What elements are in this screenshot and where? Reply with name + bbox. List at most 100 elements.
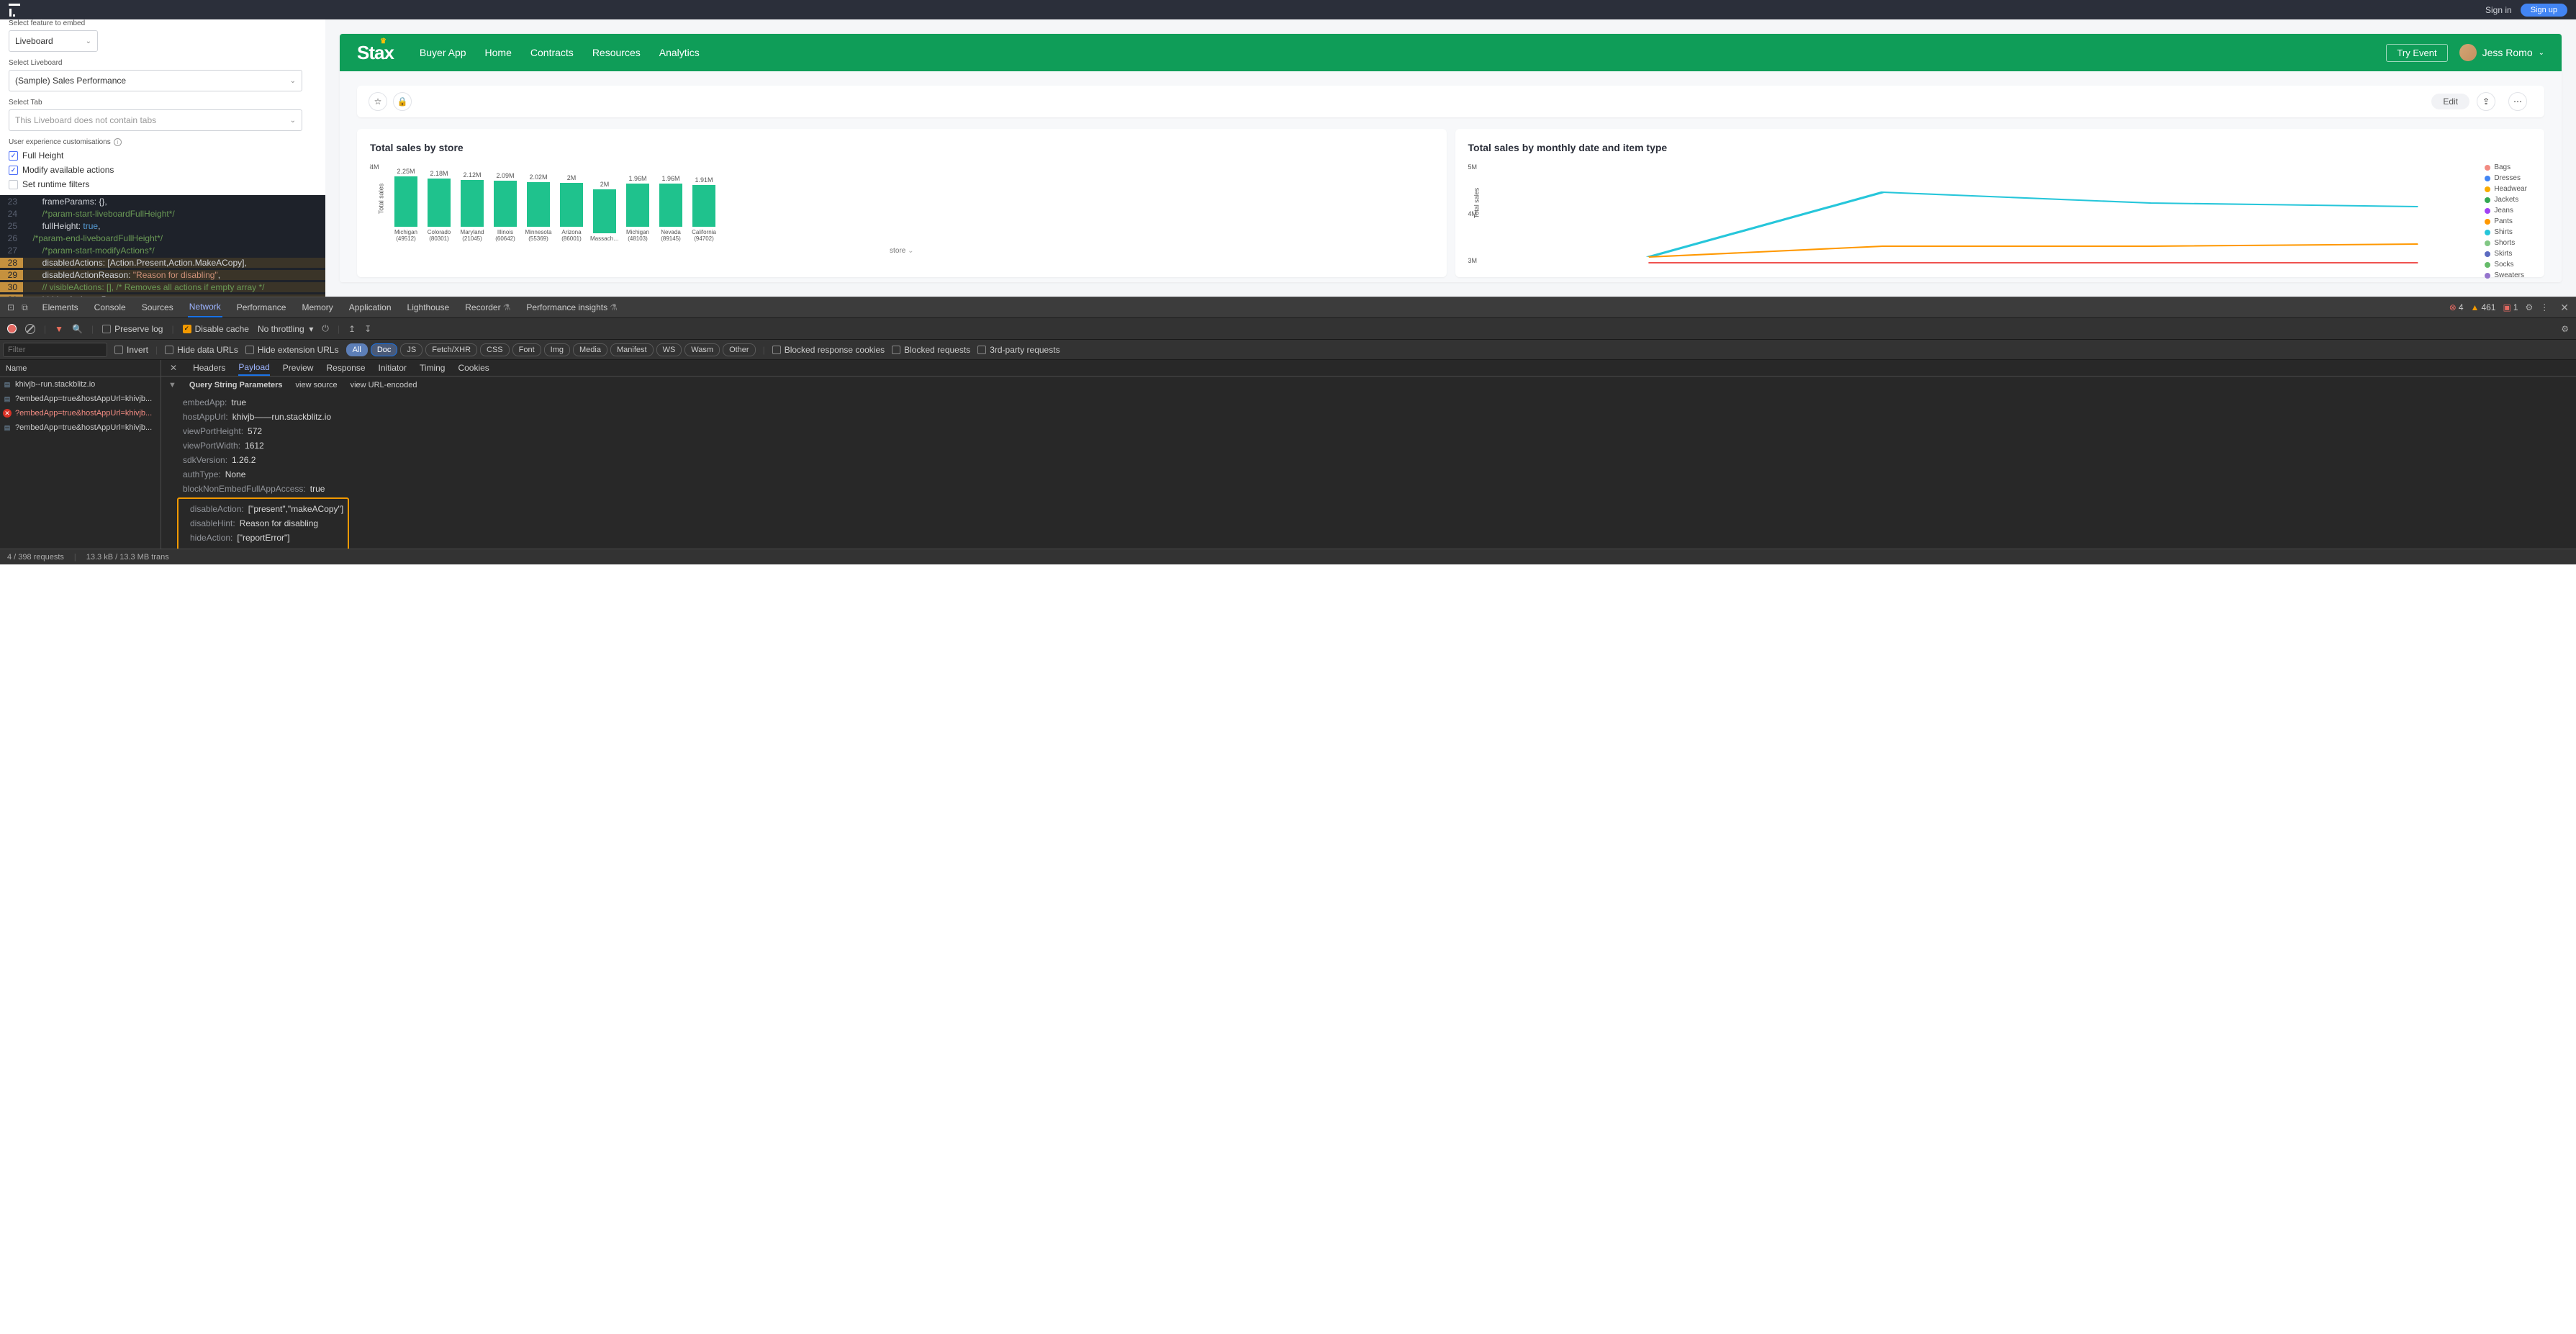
more-icon[interactable]: ⋮: [2540, 302, 2549, 312]
edit-button[interactable]: Edit: [2431, 94, 2469, 109]
filter-icon[interactable]: ▼: [55, 324, 63, 334]
inspect-icon[interactable]: ⊡: [7, 302, 14, 312]
blocked-reqs-checkbox[interactable]: Blocked requests: [892, 345, 970, 355]
request-row[interactable]: ▤?embedApp=true&hostAppUrl=khivjb...: [0, 392, 161, 406]
modifyactions-checkbox-row[interactable]: ✓ Modify available actions: [9, 165, 317, 175]
disable-cache-checkbox[interactable]: Disable cache: [183, 324, 249, 334]
devtools-tab[interactable]: Application: [348, 297, 393, 317]
filter-type[interactable]: Font: [512, 343, 541, 356]
view-encoded-link[interactable]: view URL-encoded: [351, 381, 417, 389]
legend-item[interactable]: Bags: [2485, 163, 2531, 171]
feature-select[interactable]: Liveboard ⌄: [9, 30, 98, 52]
filter-type[interactable]: All: [346, 343, 368, 356]
devtools-tab[interactable]: Console: [93, 297, 127, 317]
filter-type[interactable]: Doc: [371, 343, 398, 356]
line-chart: 5M4M3M Total sales BagsDressesHeadwearJa…: [1468, 163, 2532, 264]
record-button[interactable]: [7, 324, 17, 333]
filter-type[interactable]: Other: [723, 343, 756, 356]
filter-input[interactable]: [3, 343, 107, 357]
request-row[interactable]: ✕?embedApp=true&hostAppUrl=khivjb...: [0, 406, 161, 420]
detail-subtab[interactable]: Cookies: [458, 360, 489, 376]
filter-type[interactable]: JS: [400, 343, 422, 356]
hide-ext-checkbox[interactable]: Hide extension URLs: [245, 345, 339, 355]
liveboard-toolbar: ☆ 🔒 Edit ⇪ ⋯: [357, 86, 2544, 117]
devtools-tab[interactable]: Recorder ⚗: [464, 297, 512, 317]
info-icon[interactable]: i: [114, 138, 122, 146]
sign-up-button[interactable]: Sign up: [2521, 4, 2567, 17]
filter-type[interactable]: CSS: [480, 343, 510, 356]
sign-in-link[interactable]: Sign in: [2485, 5, 2512, 15]
detail-subtab[interactable]: Timing: [420, 360, 446, 376]
throttling-select[interactable]: No throttling ▾: [258, 324, 313, 334]
gutter: 27: [0, 245, 23, 256]
filter-type[interactable]: WS: [656, 343, 682, 356]
preserve-log-checkbox[interactable]: Preserve log: [102, 324, 163, 334]
device-icon[interactable]: ⧉: [22, 302, 28, 313]
liveboard-select[interactable]: (Sample) Sales Performance ⌄: [9, 70, 302, 91]
reqlist-header[interactable]: Name: [0, 360, 161, 377]
upload-icon[interactable]: ↥: [348, 324, 356, 334]
user-menu[interactable]: Jess Romo ⌄: [2459, 44, 2544, 61]
error-count: 4: [2459, 302, 2464, 312]
blocked-cookies-checkbox[interactable]: Blocked response cookies: [772, 345, 885, 355]
request-row[interactable]: ▤khivjb--run.stackblitz.io: [0, 377, 161, 392]
nav-item[interactable]: Analytics: [659, 47, 700, 58]
detail-subtab[interactable]: Preview: [283, 360, 314, 376]
nav-item[interactable]: Buyer App: [420, 47, 466, 58]
legend-item[interactable]: Jackets: [2485, 196, 2531, 204]
hide-data-checkbox[interactable]: Hide data URLs: [165, 345, 238, 355]
param-row: viewPortWidth:1612: [176, 438, 2562, 453]
close-icon[interactable]: ✕: [2560, 302, 2569, 314]
detail-subtab[interactable]: Response: [326, 360, 365, 376]
settings-icon[interactable]: ⚙: [2561, 324, 2569, 334]
fullheight-checkbox-row[interactable]: ✓ Full Height: [9, 150, 317, 161]
download-icon[interactable]: ↧: [364, 324, 371, 334]
more-icon[interactable]: ⋯: [2508, 92, 2527, 111]
detail-subtab[interactable]: Headers: [193, 360, 225, 376]
settings-icon[interactable]: ⚙: [2526, 302, 2534, 312]
legend-item[interactable]: Headwear: [2485, 185, 2531, 193]
request-row[interactable]: ▤?embedApp=true&hostAppUrl=khivjb...: [0, 420, 161, 435]
runtimefilters-checkbox-row[interactable]: ✓ Set runtime filters: [9, 179, 317, 189]
tab-select[interactable]: This Liveboard does not contain tabs ⌄: [9, 109, 302, 131]
star-icon[interactable]: ☆: [369, 92, 387, 111]
view-source-link[interactable]: view source: [296, 381, 338, 389]
legend-item[interactable]: Pants: [2485, 217, 2531, 225]
devtools-tab[interactable]: Lighthouse: [406, 297, 451, 317]
legend-item[interactable]: Dresses: [2485, 174, 2531, 182]
filter-type[interactable]: Img: [544, 343, 570, 356]
search-icon[interactable]: 🔍: [72, 324, 83, 334]
clear-button[interactable]: [25, 324, 35, 334]
invert-checkbox[interactable]: Invert: [114, 345, 148, 355]
legend-item[interactable]: Socks: [2485, 261, 2531, 269]
gutter: 29: [0, 270, 23, 280]
legend-item[interactable]: Jeans: [2485, 207, 2531, 215]
nav-item[interactable]: Home: [485, 47, 512, 58]
devtools-tab[interactable]: Elements: [41, 297, 80, 317]
filter-type[interactable]: Manifest: [610, 343, 654, 356]
detail-subtab[interactable]: Payload: [238, 360, 269, 376]
third-party-checkbox[interactable]: 3rd-party requests: [977, 345, 1059, 355]
nav-item[interactable]: Contracts: [530, 47, 574, 58]
devtools-tab[interactable]: Sources: [140, 297, 175, 317]
code-editor[interactable]: 23 frameParams: {}, 24 /*param-start-liv…: [0, 195, 325, 297]
devtools-tab[interactable]: Performance: [235, 297, 288, 317]
close-icon[interactable]: ✕: [170, 363, 177, 373]
filter-type[interactable]: Fetch/XHR: [425, 343, 477, 356]
wifi-icon[interactable]: ⏻: [322, 323, 329, 334]
lock-icon[interactable]: 🔒: [393, 92, 412, 111]
detail-subtab[interactable]: Initiator: [379, 360, 407, 376]
devtools-tab[interactable]: Memory: [300, 297, 334, 317]
devtools-tab[interactable]: Performance insights ⚗: [525, 297, 618, 317]
legend-item[interactable]: Shirts: [2485, 228, 2531, 236]
try-event-button[interactable]: Try Event: [2386, 44, 2447, 62]
share-icon[interactable]: ⇪: [2477, 92, 2495, 111]
filter-type[interactable]: Wasm: [684, 343, 720, 356]
filter-type[interactable]: Media: [573, 343, 607, 356]
nav-item[interactable]: Resources: [592, 47, 641, 58]
devtools-tab[interactable]: Network: [188, 297, 222, 317]
legend-item[interactable]: Sweaters: [2485, 271, 2531, 279]
legend-item[interactable]: Skirts: [2485, 250, 2531, 258]
legend-item[interactable]: Shorts: [2485, 239, 2531, 247]
bar: 1.96MMichigan(48103): [623, 175, 652, 243]
